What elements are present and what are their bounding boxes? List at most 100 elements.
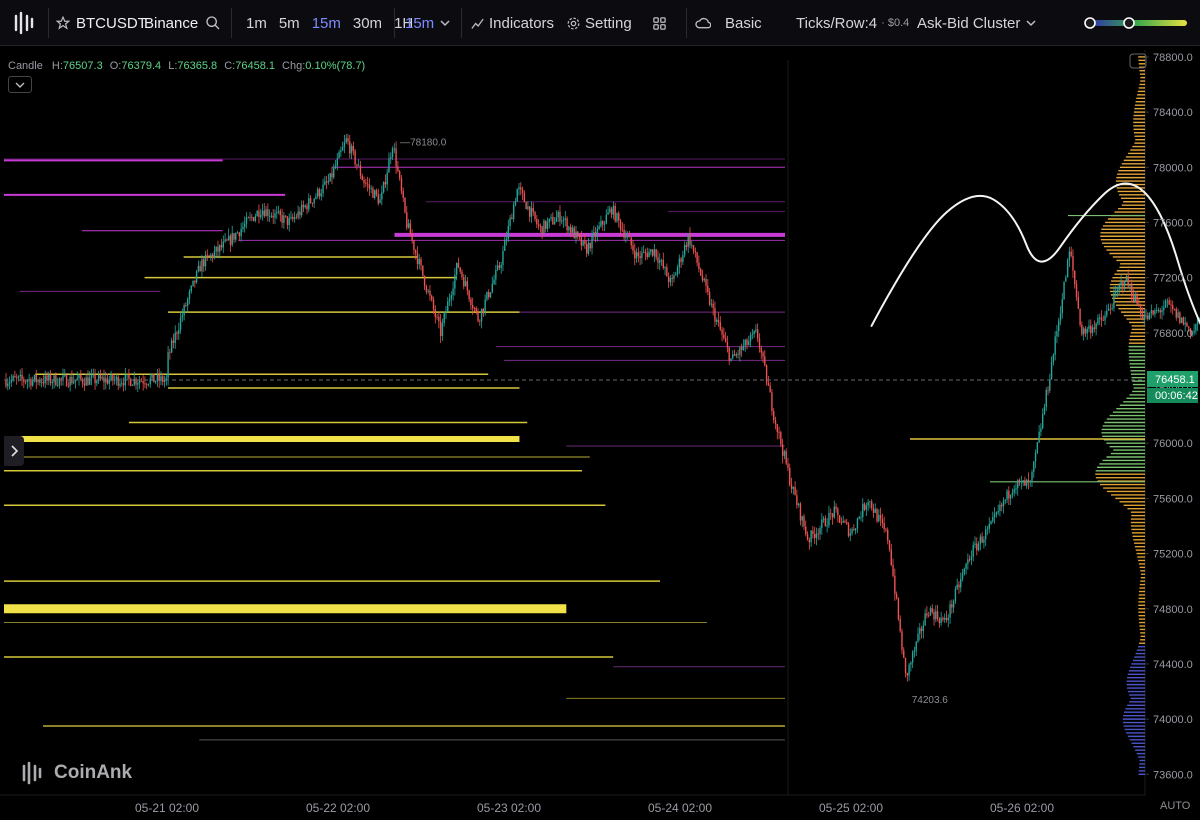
candle-body-117 [213, 251, 216, 258]
candle-body-148 [268, 215, 271, 217]
candle-body-303 [545, 220, 547, 229]
close-value: 76458.1 [235, 60, 275, 72]
low-value: 76365.8 [177, 60, 218, 72]
candle-body-20 [40, 382, 43, 383]
candle-body-390 [699, 269, 702, 276]
candle-body-158 [286, 216, 289, 225]
candle-body-558 [999, 504, 1001, 512]
candle-body-606 [1084, 328, 1087, 334]
chevron-right-icon [11, 445, 19, 457]
candle-body-299 [537, 224, 540, 226]
candle-body-344 [618, 213, 620, 221]
candle-body-197 [356, 164, 358, 166]
candle-body-433 [776, 423, 778, 432]
ticks-row-selector[interactable]: Ticks/Row:4 · $0.4 [796, 0, 909, 46]
candle-body-619 [1107, 308, 1110, 311]
candle-body-226 [407, 223, 410, 228]
chevron-down-icon [15, 82, 25, 88]
candle-body-296 [532, 208, 534, 212]
timeframe-30m[interactable]: 30m [353, 15, 382, 32]
y-tick-label-13: 73600.0 [1153, 769, 1193, 781]
candle-body-585 [1047, 390, 1049, 391]
candle-body-287 [516, 189, 518, 202]
timeframe-selector[interactable]: 15m [405, 0, 434, 46]
basic-mode-button[interactable]: Basic [695, 0, 762, 46]
candle-body-580 [1038, 431, 1040, 443]
candle-body-377 [676, 267, 679, 275]
candle-body-401 [719, 322, 721, 330]
candle-body-440 [789, 468, 791, 485]
candle-body-647 [1157, 310, 1160, 311]
layout-grid-icon[interactable] [652, 0, 667, 46]
candle-body-121 [220, 245, 223, 248]
candle-body-232 [418, 259, 420, 265]
expand-sidebar-button[interactable] [4, 436, 24, 466]
candle-body-271 [488, 291, 490, 298]
candle-body-557 [997, 511, 999, 513]
candle-body-516 [924, 613, 926, 626]
candle-body-101 [185, 305, 187, 306]
candle-body-58 [108, 380, 111, 384]
candle-body-421 [755, 329, 757, 332]
candle-body-503 [901, 631, 903, 651]
candle-body-372 [667, 276, 670, 283]
candle-body-616 [1102, 320, 1104, 321]
candle-body-357 [641, 252, 643, 259]
app-logo-icon[interactable] [12, 0, 38, 46]
candle-body-182 [329, 173, 331, 182]
candle-body-178 [322, 184, 324, 194]
search-icon[interactable] [205, 0, 221, 46]
candle-body-378 [678, 258, 681, 268]
candle-body-14 [30, 379, 32, 386]
candle-body-404 [724, 338, 727, 342]
timeframe-15m[interactable]: 15m [312, 15, 341, 32]
candle-body-586 [1049, 379, 1051, 391]
candle-body-30 [58, 378, 61, 386]
candle-body-519 [929, 608, 932, 616]
y-tick-label-3: 77600.0 [1153, 217, 1193, 229]
candle-body-514 [920, 628, 923, 631]
candle-body-97 [178, 329, 180, 334]
chevron-down-icon[interactable] [440, 0, 450, 46]
candle-body-131 [238, 232, 241, 237]
candle-body-140 [254, 216, 257, 221]
setting-button[interactable]: Setting [566, 0, 632, 46]
timeframe-5m[interactable]: 5m [279, 15, 300, 32]
candle-body-529 [947, 617, 949, 620]
x-tick-label-0: 05-21 02:00 [135, 801, 199, 815]
price-chart[interactable]: —78180.0 74203.6 78800.0 78400.0 78000.0 7760… [0, 46, 1200, 820]
candle-body-15 [32, 379, 34, 386]
candle-body-230 [414, 250, 417, 254]
timeframe-1m[interactable]: 1m [246, 15, 267, 32]
heatmap-color-slider[interactable] [1083, 0, 1191, 46]
candle-body-542 [970, 556, 973, 560]
candle-body-414 [742, 345, 745, 350]
candle-body-156 [283, 215, 285, 223]
candle-body-639 [1143, 316, 1145, 319]
indicators-button[interactable]: Indicators [470, 0, 554, 46]
exchange-label[interactable]: Binance [144, 0, 198, 46]
candle-body-105 [192, 280, 194, 286]
candle-body-219 [395, 148, 397, 167]
auto-scale-button[interactable]: AUTO [1160, 800, 1190, 812]
candle-body-497 [890, 549, 892, 566]
candle-body-571 [1022, 480, 1024, 482]
candle-body-515 [922, 625, 925, 631]
candle-body-408 [732, 354, 734, 359]
candle-body-180 [325, 181, 328, 183]
candle-body-115 [210, 254, 212, 257]
candle-body-25 [49, 374, 52, 384]
candle-body-46 [87, 377, 89, 385]
candle-body-10 [23, 379, 25, 382]
cluster-type-selector[interactable]: Ask-Bid Cluster [917, 0, 1036, 46]
candle-body-125 [227, 235, 230, 241]
candle-body-84 [154, 381, 157, 383]
star-icon[interactable] [56, 0, 70, 46]
coinank-logo: CoinAnk [20, 760, 132, 786]
candle-body-66 [122, 383, 125, 386]
candle-body-650 [1163, 307, 1165, 311]
ticks-row-label: Ticks/Row:4 [796, 14, 878, 32]
legend-collapse-button[interactable] [8, 76, 32, 93]
symbol-label[interactable]: BTCUSDT [76, 0, 147, 46]
candle-body-624 [1116, 289, 1119, 292]
